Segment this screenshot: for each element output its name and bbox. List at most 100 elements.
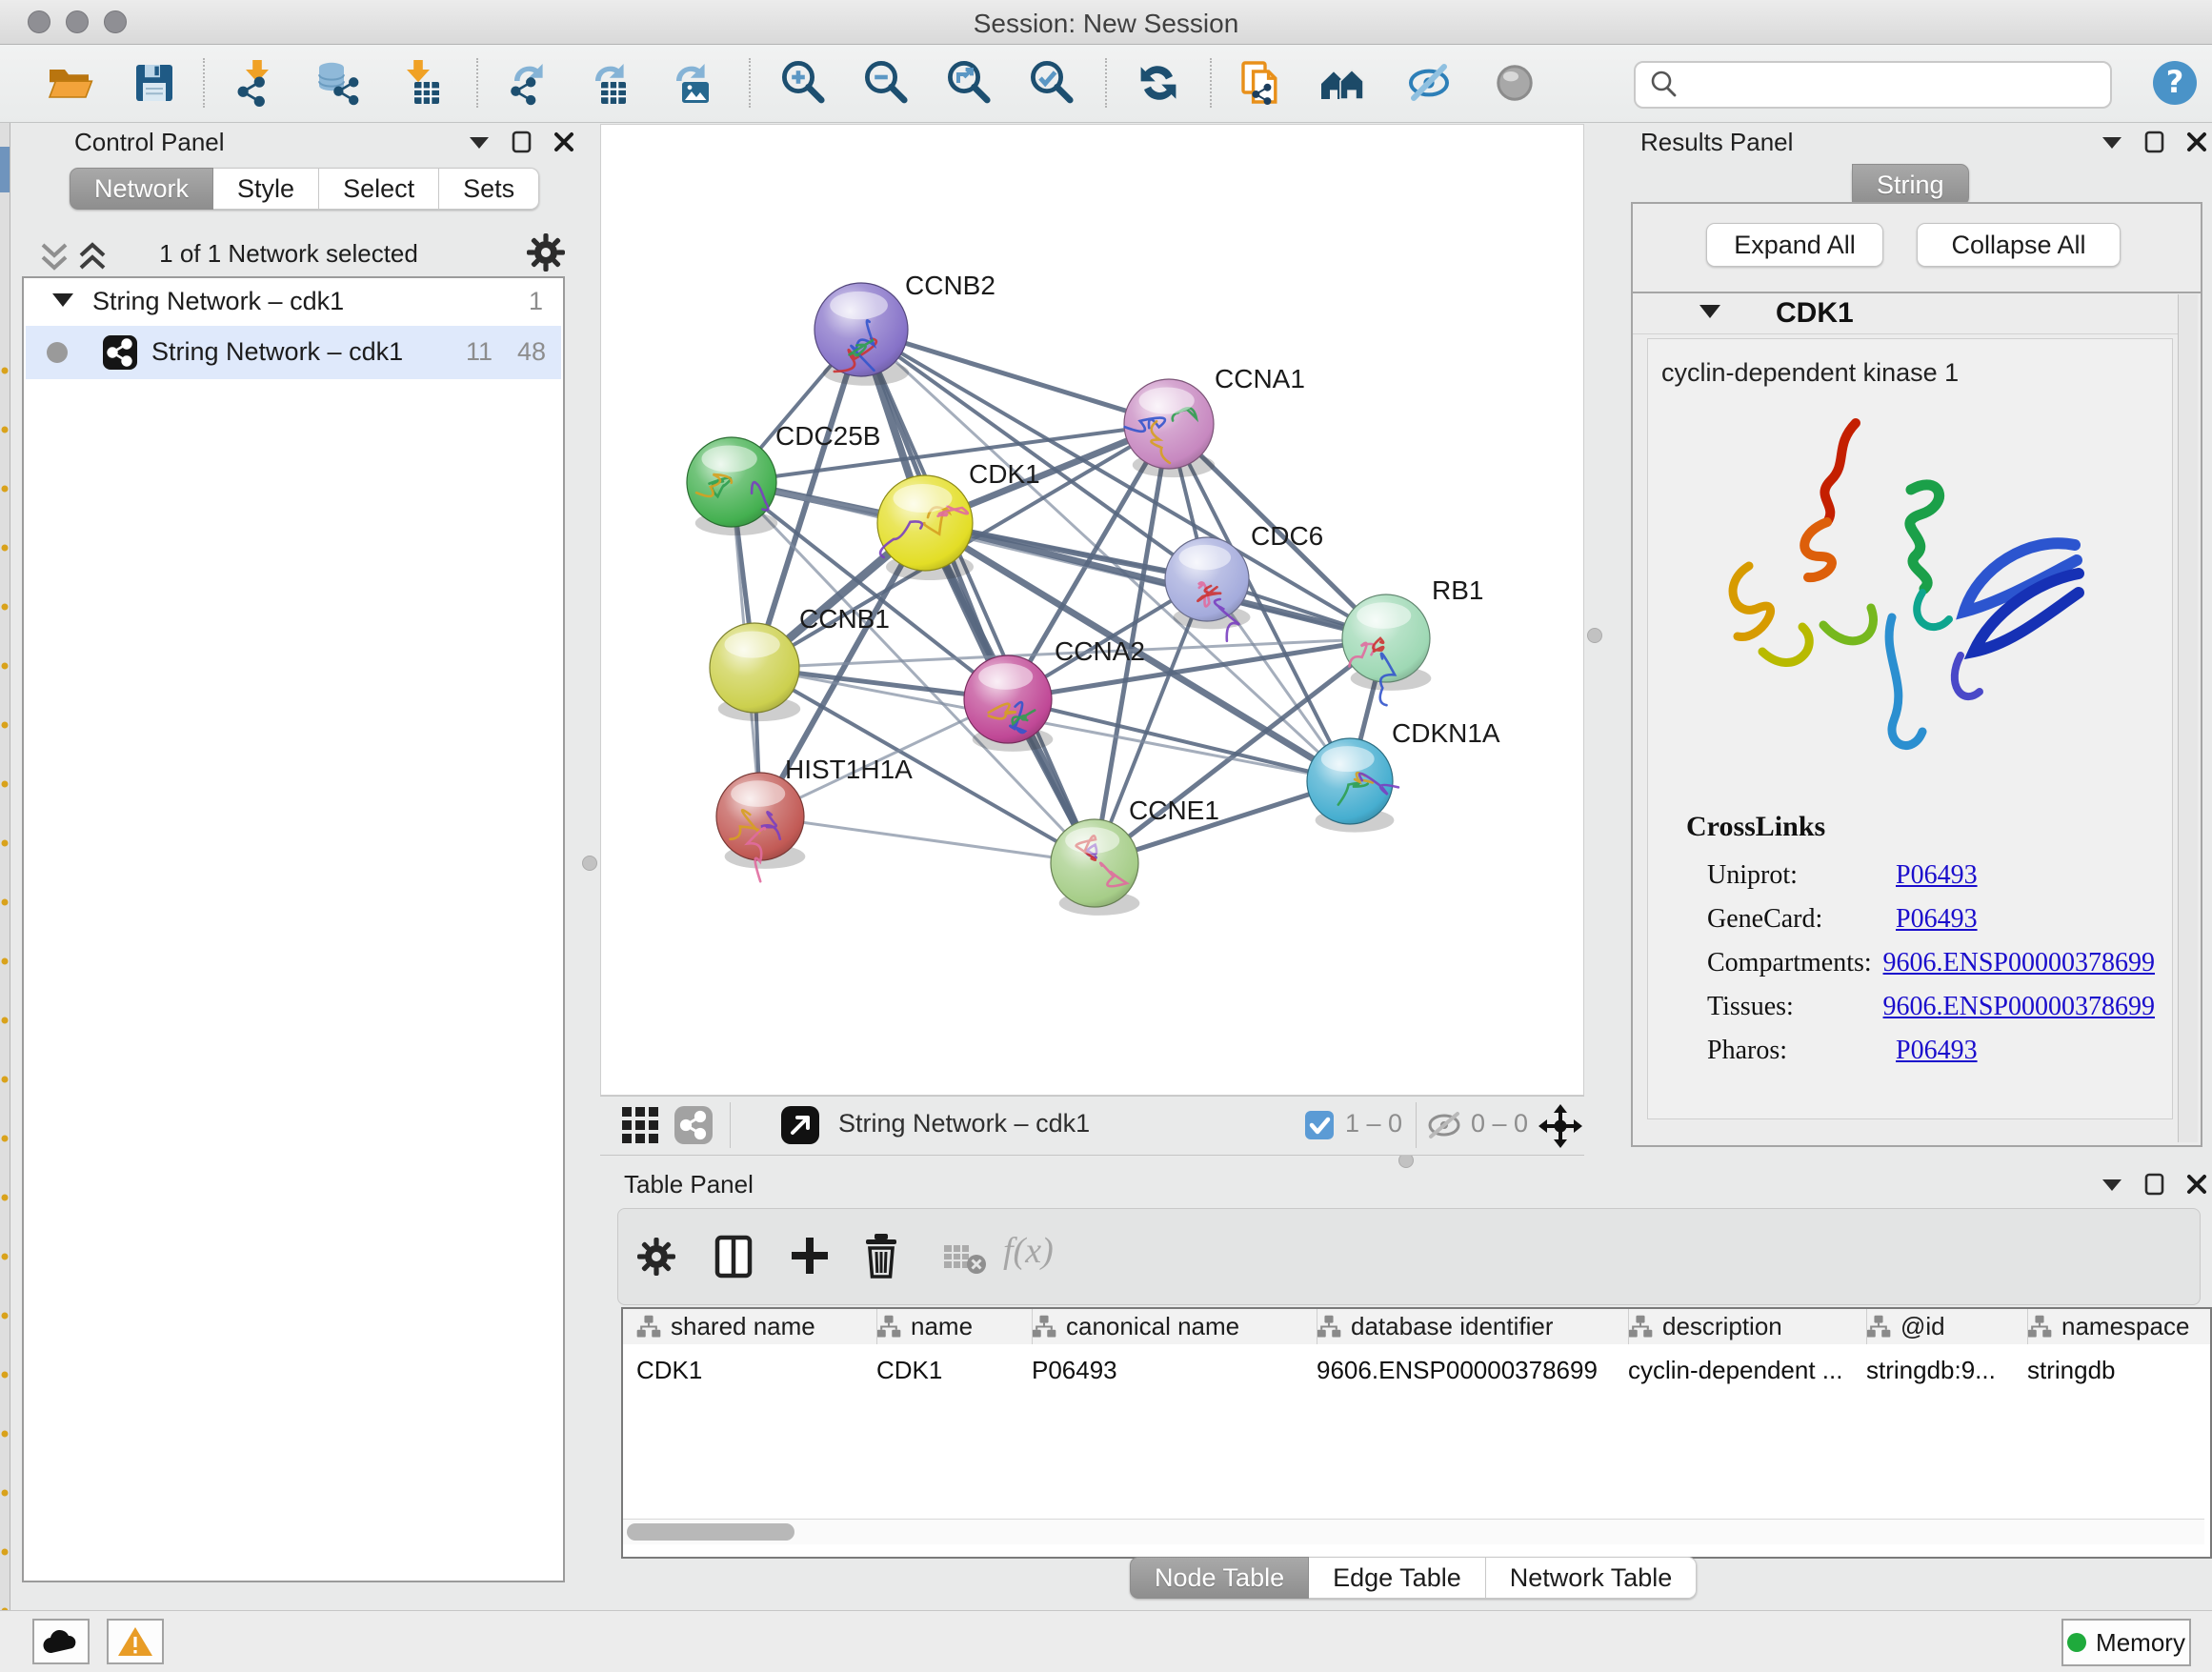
houses-icon[interactable]	[1321, 70, 1363, 99]
selected-checkbox-icon[interactable]	[1303, 1109, 1336, 1141]
column-separator[interactable]	[1628, 1309, 1629, 1344]
birdseye-navigator-icon[interactable]	[1536, 1101, 1585, 1151]
table-settings-gear-icon[interactable]	[635, 1236, 677, 1278]
protein-section-header[interactable]: CDK1	[1633, 293, 2197, 334]
delete-column-icon[interactable]	[860, 1232, 902, 1279]
panel-menu-icon[interactable]	[468, 134, 491, 150]
network-canvas[interactable]: CCNB2CCNA1CDC25BCDK1CDC6RB1CCNB1CCNA2CDK…	[600, 124, 1584, 1096]
scrollbar-thumb[interactable]	[627, 1523, 794, 1541]
export-network-icon[interactable]	[512, 64, 542, 104]
database-import-icon[interactable]	[319, 63, 357, 104]
network-options-gear-icon[interactable]	[525, 232, 567, 273]
collapse-all-button[interactable]: Collapse All	[1917, 223, 2121, 267]
panel-float-icon[interactable]	[2144, 1173, 2165, 1196]
tab-edge-table[interactable]: Edge Table	[1309, 1557, 1486, 1599]
left-splitter-handle[interactable]	[582, 856, 597, 871]
crosslink-value-link[interactable]: P06493	[1896, 860, 1978, 891]
node-HIST1H1A[interactable]: HIST1H1A	[716, 755, 913, 881]
create-column-icon[interactable]	[788, 1234, 832, 1278]
table-horizontal-scrollbar[interactable]	[623, 1519, 2204, 1544]
refresh-icon[interactable]	[1141, 66, 1176, 100]
table-cell[interactable]: 9606.ENSP00000378699	[1317, 1356, 1609, 1385]
gray-eye-icon[interactable]	[1498, 67, 1531, 99]
search-box[interactable]	[1634, 61, 2112, 109]
right-splitter-handle[interactable]	[1587, 628, 1602, 643]
panel-close-icon[interactable]	[2186, 131, 2207, 152]
column-separator[interactable]	[1032, 1309, 1033, 1344]
tree-collapse-icon[interactable]	[52, 293, 73, 307]
crosslink-value-link[interactable]: 9606.ENSP00000378699	[1883, 948, 2155, 978]
node-RB1[interactable]: RB1	[1342, 575, 1483, 705]
crosslink-value-link[interactable]: P06493	[1896, 904, 1978, 935]
show-columns-icon[interactable]	[714, 1234, 755, 1279]
table-cell[interactable]: stringdb	[2027, 1356, 2191, 1385]
tab-style[interactable]: Style	[213, 168, 319, 210]
header-cell-name[interactable]: name	[876, 1309, 973, 1344]
header-cell-sharedname[interactable]: shared name	[636, 1309, 815, 1344]
network-tree-selected-row[interactable]: String Network – cdk1 11 48	[26, 326, 561, 379]
expand-all-button[interactable]: Expand All	[1706, 223, 1883, 267]
table-row[interactable]: CDK1 CDK1 P06493 9606.ENSP00000378699 cyclin…	[623, 1344, 2210, 1382]
panel-close-icon[interactable]	[553, 131, 574, 152]
results-vertical-scrollbar[interactable]	[2178, 294, 2198, 1142]
zoom-in-icon[interactable]	[784, 63, 821, 100]
search-input[interactable]	[1683, 65, 2110, 105]
import-network-icon[interactable]	[239, 60, 269, 106]
import-table-icon[interactable]	[407, 60, 439, 104]
column-separator[interactable]	[2027, 1309, 2028, 1344]
help-button[interactable]: ?	[2151, 59, 2199, 107]
cloud-button[interactable]	[32, 1619, 90, 1664]
crosslink-value-link[interactable]: P06493	[1896, 1036, 1978, 1066]
string-documents-icon[interactable]	[1243, 63, 1276, 104]
panel-float-icon[interactable]	[512, 131, 533, 153]
node-CDKN1A[interactable]: CDKN1A	[1307, 718, 1500, 833]
open-in-new-window-icon[interactable]	[779, 1104, 821, 1146]
table-cell[interactable]: CDK1	[636, 1356, 857, 1385]
header-cell-canonicalname[interactable]: canonical name	[1032, 1309, 1239, 1344]
table-cell[interactable]: stringdb:9...	[1866, 1356, 2008, 1385]
column-separator[interactable]	[1866, 1309, 1867, 1344]
results-panel-tab-string[interactable]: String	[1852, 164, 1969, 206]
node-CDC6[interactable]: CDC6	[1165, 521, 1323, 641]
panel-close-icon[interactable]	[2186, 1174, 2207, 1195]
network-graph[interactable]: CCNB2CCNA1CDC25BCDK1CDC6RB1CCNB1CCNA2CDK…	[601, 125, 1583, 1095]
table-cell[interactable]: P06493	[1032, 1356, 1297, 1385]
warning-button[interactable]	[107, 1619, 164, 1664]
zoom-out-icon[interactable]	[867, 63, 904, 100]
node-CCNA1[interactable]: CCNA1	[1124, 364, 1305, 477]
tab-select[interactable]: Select	[319, 168, 439, 210]
node-CCNE1[interactable]: CCNE1	[1051, 796, 1219, 916]
export-image-icon[interactable]	[676, 64, 709, 103]
zoom-fit-icon[interactable]	[950, 63, 987, 100]
edge-HIST1H1A-CCNE1[interactable]	[760, 816, 1095, 863]
share-view-icon[interactable]	[673, 1104, 714, 1146]
zoom-selected-icon[interactable]	[1033, 63, 1070, 100]
header-cell-databaseidentifier[interactable]: database identifier	[1317, 1309, 1553, 1344]
node-CDK1[interactable]: CDK1	[877, 459, 1040, 580]
panel-menu-icon[interactable]	[2101, 1177, 2123, 1192]
tab-network[interactable]: Network	[70, 168, 213, 210]
tab-sets[interactable]: Sets	[439, 168, 539, 210]
table-cell[interactable]: cyclin-dependent ...	[1628, 1356, 1847, 1385]
edge-CCNB2-CCNA1[interactable]	[861, 330, 1169, 424]
memory-button[interactable]: Memory	[2061, 1619, 2191, 1666]
node-CDC25B[interactable]: CDC25B	[687, 421, 880, 535]
folder-open-icon[interactable]	[50, 70, 91, 97]
header-cell-id[interactable]: @id	[1866, 1309, 1945, 1344]
network-tree-root-row[interactable]: String Network – cdk1 1	[24, 278, 563, 324]
header-cell-namespace[interactable]: namespace	[2027, 1309, 2189, 1344]
node-CCNB2[interactable]: CCNB2	[814, 271, 995, 386]
tab-node-table[interactable]: Node Table	[1130, 1557, 1309, 1599]
crosslink-value-link[interactable]: 9606.ENSP00000378699	[1883, 992, 2155, 1022]
column-separator[interactable]	[876, 1309, 877, 1344]
panel-menu-icon[interactable]	[2101, 134, 2123, 150]
tab-network-table[interactable]: Network Table	[1486, 1557, 1698, 1599]
grid-view-icon[interactable]	[619, 1104, 661, 1146]
export-table-icon[interactable]	[595, 64, 626, 104]
edge-CCNA2-CDKN1A[interactable]	[1008, 699, 1350, 781]
header-cell-description[interactable]: description	[1628, 1309, 1782, 1344]
floppy-disk-icon[interactable]	[136, 65, 172, 101]
panel-float-icon[interactable]	[2144, 131, 2165, 153]
table-cell[interactable]: CDK1	[876, 1356, 1013, 1385]
section-collapse-icon[interactable]	[1699, 305, 1720, 318]
